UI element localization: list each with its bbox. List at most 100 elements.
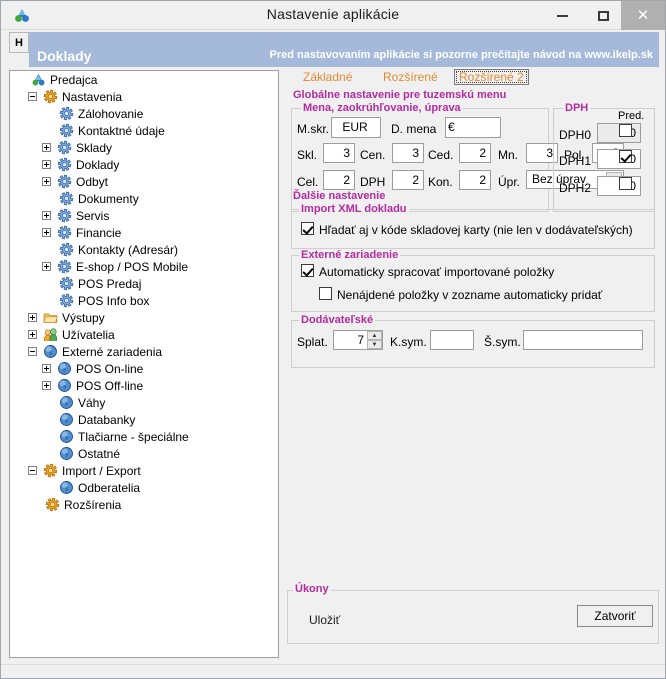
tree-item-import-export[interactable]: Import / Export	[10, 462, 278, 479]
dph1-preferred-checkbox[interactable]	[619, 150, 632, 163]
skl-input[interactable]: 3	[323, 143, 355, 163]
splat-label: Splat.	[297, 335, 328, 349]
auto-add-missing-checkbox[interactable]	[319, 287, 332, 300]
svg-text:s: s	[65, 484, 68, 492]
stepper-down-icon[interactable]: ▼	[367, 340, 382, 349]
tree-expand-icon[interactable]	[28, 330, 37, 339]
tab-rozsirene[interactable]: Rozšírené	[383, 70, 438, 84]
svg-text:s: s	[49, 348, 52, 356]
search-stock-code-checkbox[interactable]	[301, 222, 314, 235]
device-blue-icon: s	[57, 378, 73, 393]
tree-collapse-icon[interactable]	[28, 92, 37, 101]
close-dialog-button[interactable]: Zatvoriť	[577, 605, 653, 627]
tree-item-nastavenia[interactable]: Nastavenia	[10, 88, 278, 105]
mskr-label: M.skr.	[297, 122, 329, 136]
tree-item-label: E-shop / POS Mobile	[73, 260, 188, 274]
tree-expand-icon[interactable]	[42, 262, 51, 271]
tree-expand-icon[interactable]	[28, 313, 37, 322]
tab-rozsirene-2[interactable]: Rozšírené 2	[454, 69, 529, 85]
tree-expand-icon[interactable]	[42, 364, 51, 373]
settings-content-panel: Základné Rozšírené Rozšírené 2 Globálne …	[287, 70, 659, 658]
dph0-preferred-checkbox[interactable]	[619, 124, 632, 137]
tree-item-label: Import / Export	[59, 464, 141, 478]
tree-item-e-shop-pos-mobile[interactable]: E-shop / POS Mobile	[10, 258, 278, 275]
svg-text:s: s	[65, 433, 68, 441]
settings-tree[interactable]: Predajca NastaveniaZálohovanieKontaktné ú…	[9, 70, 279, 658]
tree-item-dokumenty[interactable]: Dokumenty	[10, 190, 278, 207]
dmena-input[interactable]: €	[445, 117, 501, 138]
tree-item-roz-renia[interactable]: Rozšírenia	[10, 496, 278, 513]
tree-item-u-vatelia[interactable]: Užívatelia	[10, 326, 278, 343]
application-window: Nastavenie aplikácie ✕ H Doklady Pred na…	[0, 0, 666, 679]
mskr-input[interactable]: EUR	[331, 117, 381, 138]
splat-value: 7	[357, 333, 364, 347]
tree-item-financie[interactable]: Financie	[10, 224, 278, 241]
further-settings-heading: Ďalšie nastavenie	[293, 190, 385, 202]
kon-input[interactable]: 2	[459, 170, 491, 190]
tree-item-label: Predajca	[47, 73, 97, 87]
tree-item-odbyt[interactable]: Odbyt	[10, 173, 278, 190]
tree-item-kontaktn-daje[interactable]: Kontaktné údaje	[10, 122, 278, 139]
tree-expand-icon[interactable]	[42, 211, 51, 220]
tree-item-label: Nastavenia	[59, 90, 122, 104]
close-button[interactable]: ✕	[621, 1, 665, 30]
minimize-button[interactable]	[542, 1, 583, 30]
menu-button-h[interactable]: H	[9, 32, 29, 53]
tree-expand-icon[interactable]	[42, 160, 51, 169]
tree-item-ostatn[interactable]: sOstatné	[10, 445, 278, 462]
import-xml-group-label: Import XML dokladu	[299, 203, 409, 215]
pred-column-header: Pred.	[618, 110, 644, 122]
save-button[interactable]: Uložiť	[309, 613, 340, 627]
tree-collapse-icon[interactable]	[28, 466, 37, 475]
tree-expand-icon[interactable]	[42, 143, 51, 152]
tree-item-databanky[interactable]: sDatabanky	[10, 411, 278, 428]
tree-item-odberatelia[interactable]: sOdberatelia	[10, 479, 278, 496]
close-icon: ✕	[637, 8, 650, 23]
gear-orange-icon	[45, 497, 61, 512]
tree-item-v-stupy[interactable]: Výstupy	[10, 309, 278, 326]
device-blue-icon: s	[59, 480, 75, 495]
gear-blue-icon	[57, 140, 73, 155]
tree-item-extern-zariadenia[interactable]: sExterné zariadenia	[10, 343, 278, 360]
tree-item-doklady[interactable]: Doklady	[10, 156, 278, 173]
maximize-button[interactable]	[583, 1, 624, 30]
tab-zakladne[interactable]: Základné	[303, 70, 352, 84]
minimize-icon	[557, 15, 568, 17]
tree-item-sklady[interactable]: Sklady	[10, 139, 278, 156]
tree-collapse-icon[interactable]	[28, 347, 37, 356]
ssym-input[interactable]	[523, 330, 643, 350]
ssym-label: Š.sym.	[484, 335, 521, 349]
supplier-group-label: Dodávateľské	[299, 314, 375, 326]
tree-expand-icon[interactable]	[42, 228, 51, 237]
cel-input[interactable]: 2	[323, 170, 355, 190]
tree-item-z-lohovanie[interactable]: Zálohovanie	[10, 105, 278, 122]
dph2-preferred-checkbox[interactable]	[619, 177, 632, 190]
tab-bar: Základné Rozšírené Rozšírené 2	[287, 70, 659, 87]
global-settings-heading: Globálne nastavenie pre tuzemskú menu	[293, 89, 506, 101]
tree-item-label: POS Info box	[75, 294, 149, 308]
tree-expand-icon[interactable]	[42, 177, 51, 186]
ced-input[interactable]: 2	[459, 143, 491, 163]
tree-item-pos-on-line[interactable]: sPOS On-line	[10, 360, 278, 377]
status-bar	[1, 664, 665, 678]
tree-expand-icon[interactable]	[42, 381, 51, 390]
kon-label: Kon.	[428, 175, 453, 189]
tree-item-kontakty-adres-r[interactable]: Kontakty (Adresár)	[10, 241, 278, 258]
svg-text:s: s	[63, 382, 66, 390]
tree-item-pos-info-box[interactable]: POS Info box	[10, 292, 278, 309]
splat-stepper[interactable]: 7 ▲ ▼	[333, 330, 383, 350]
tree-item-pos-off-line[interactable]: sPOS Off-line	[10, 377, 278, 394]
tree-item-label: POS On-line	[73, 362, 143, 376]
cen-input[interactable]: 3	[392, 143, 424, 163]
tree-item-v-hy[interactable]: sVáhy	[10, 394, 278, 411]
ksym-input[interactable]	[430, 330, 474, 350]
dph-round-input[interactable]: 2	[392, 170, 424, 190]
device-blue-icon: s	[57, 361, 73, 376]
tree-item-predajca[interactable]: Predajca	[10, 71, 278, 88]
tree-item-tla-iarne-peci-lne[interactable]: sTlačiarne - špeciálne	[10, 428, 278, 445]
tree-item-pos-predaj[interactable]: POS Predaj	[10, 275, 278, 292]
stepper-up-icon[interactable]: ▲	[367, 331, 382, 340]
tree-item-servis[interactable]: Servis	[10, 207, 278, 224]
section-banner: Doklady Pred nastavovaním aplikácie si p…	[29, 45, 659, 67]
auto-process-checkbox[interactable]	[301, 264, 314, 277]
